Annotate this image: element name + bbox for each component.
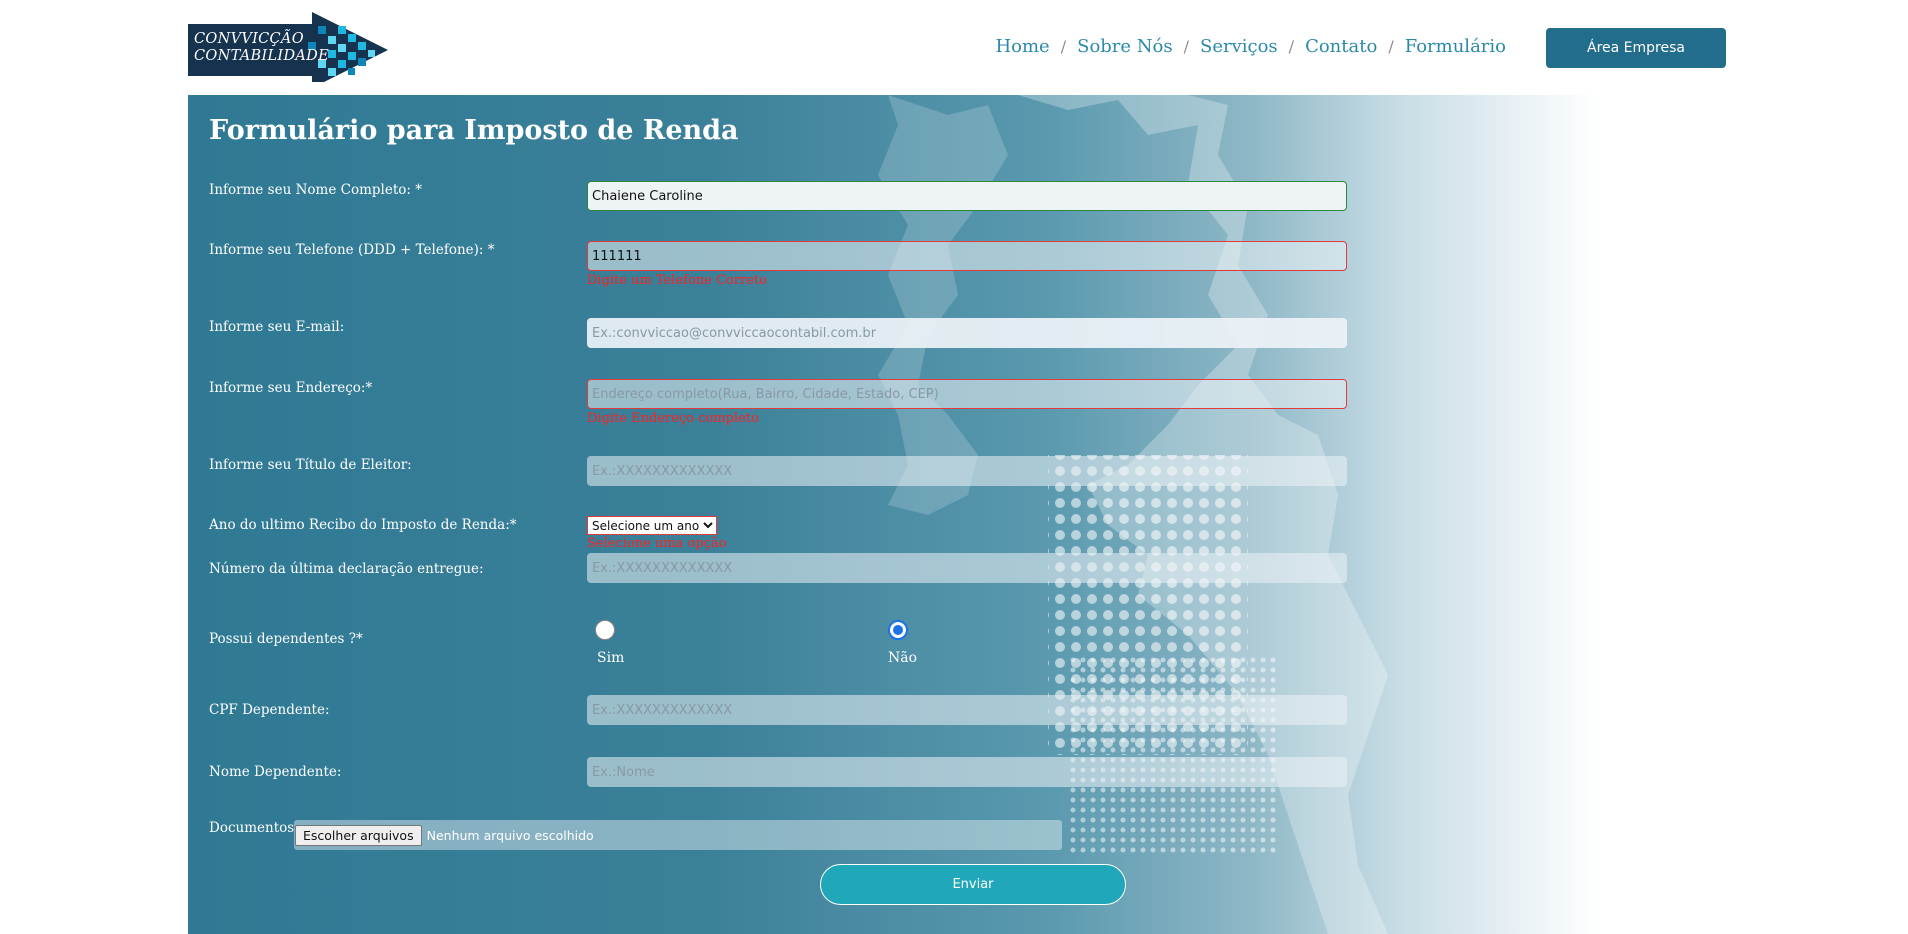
nav-formulario[interactable]: Formulário — [1405, 36, 1506, 57]
dependentes-sim-radio[interactable] — [595, 620, 615, 640]
map-background-image — [878, 95, 1388, 934]
endereco-error: Digite Endereço completo — [587, 411, 759, 426]
nav-servicos[interactable]: Serviços — [1200, 36, 1278, 57]
documentos-file-input[interactable]: Escolher arquivos Nenhum arquivo escolhi… — [294, 820, 1062, 850]
cpf-dependente-label: CPF Dependente: — [209, 702, 330, 718]
titulo-label: Informe seu Título de Eleitor: — [209, 457, 412, 473]
email-input[interactable] — [587, 318, 1347, 348]
endereco-input[interactable] — [587, 379, 1347, 409]
company-logo[interactable]: CONVVICÇÃO CONTABILIDADE — [188, 12, 388, 88]
nav-separator: / — [1388, 37, 1394, 56]
nav-separator: / — [1183, 37, 1189, 56]
ano-label: Ano do ultimo Recibo do Imposto de Renda… — [209, 517, 517, 533]
nome-dependente-input[interactable] — [587, 757, 1347, 787]
nome-label: Informe seu Nome Completo: * — [209, 182, 422, 198]
dependentes-nao-radio[interactable] — [888, 620, 908, 640]
form-title: Formulário para Imposto de Renda — [209, 115, 739, 146]
dependentes-label: Possui dependentes ?* — [209, 631, 363, 647]
ano-error: Selecione uma opção — [587, 536, 727, 551]
telefone-error: Digite um Telefone Correto — [587, 273, 767, 288]
dependentes-sim-label: Sim — [597, 650, 625, 666]
cpf-dependente-input[interactable] — [587, 695, 1347, 725]
nav-sobre-nos[interactable]: Sobre Nós — [1077, 36, 1173, 57]
dependentes-nao-label: Não — [888, 650, 918, 666]
form-panel: Formulário para Imposto de Renda Informe… — [188, 95, 1908, 934]
nav-contato[interactable]: Contato — [1305, 36, 1377, 57]
nav-separator: / — [1060, 37, 1067, 56]
nome-dependente-label: Nome Dependente: — [209, 764, 342, 780]
enviar-button[interactable]: Enviar — [820, 864, 1126, 905]
area-empresa-button[interactable]: Área Empresa — [1546, 28, 1726, 68]
endereco-label: Informe seu Endereço:* — [209, 380, 373, 396]
file-status-text: Nenhum arquivo escolhido — [426, 827, 594, 843]
nome-input[interactable] — [587, 181, 1347, 211]
telefone-input[interactable] — [587, 241, 1347, 271]
ano-select[interactable]: Selecione um ano — [587, 516, 717, 535]
email-label: Informe seu E-mail: — [209, 319, 345, 335]
nav-separator: / — [1288, 37, 1295, 56]
documentos-label: Documentos: — [209, 820, 299, 836]
titulo-eleitor-input[interactable] — [587, 456, 1347, 486]
logo-text: CONVVICÇÃO CONTABILIDADE — [194, 31, 329, 64]
telefone-label: Informe seu Telefone (DDD + Telefone): * — [209, 242, 495, 258]
numero-declaracao-input[interactable] — [587, 553, 1347, 583]
choose-files-button[interactable]: Escolher arquivos — [295, 824, 422, 846]
numero-label: Número da última declaração entregue: — [209, 561, 484, 577]
main-nav: Home / Sobre Nós / Serviços / Contato / … — [995, 36, 1506, 57]
nav-home[interactable]: Home — [995, 36, 1049, 57]
